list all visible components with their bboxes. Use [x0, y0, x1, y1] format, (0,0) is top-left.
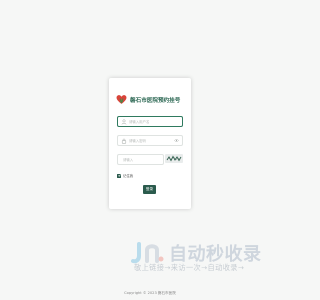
password-input[interactable] — [127, 136, 179, 145]
captcha-glyphs — [166, 155, 182, 162]
jn-logo-icon — [131, 242, 164, 264]
username-input[interactable] — [127, 117, 179, 126]
eye-icon[interactable] — [174, 138, 179, 143]
remember-checkbox[interactable] — [117, 173, 121, 178]
check-icon — [117, 174, 121, 177]
password-field[interactable] — [117, 135, 183, 146]
remember-me[interactable]: 记住我 — [117, 173, 133, 178]
captcha-input[interactable] — [121, 155, 171, 164]
footer-copyright: Copyright © 2023 磐石市医院 — [124, 291, 176, 295]
captcha-image[interactable] — [165, 154, 183, 163]
login-button[interactable]: 登录 — [143, 185, 156, 194]
captcha-field[interactable] — [117, 154, 171, 165]
watermark-slogan: 敬上链接→来访一次→自动收录→ — [134, 263, 245, 272]
heart-leaf-logo-icon — [116, 95, 127, 104]
brand-header: 磐石市医院预约挂号 — [116, 94, 180, 105]
username-field[interactable] — [117, 116, 183, 127]
login-card: 磐石市医院预约挂号 请输入用户名 请输入 记住我 登录 — [109, 78, 191, 209]
app-title: 磐石市医院预约挂号 — [130, 97, 181, 104]
remember-label: 记住我 — [123, 174, 134, 178]
